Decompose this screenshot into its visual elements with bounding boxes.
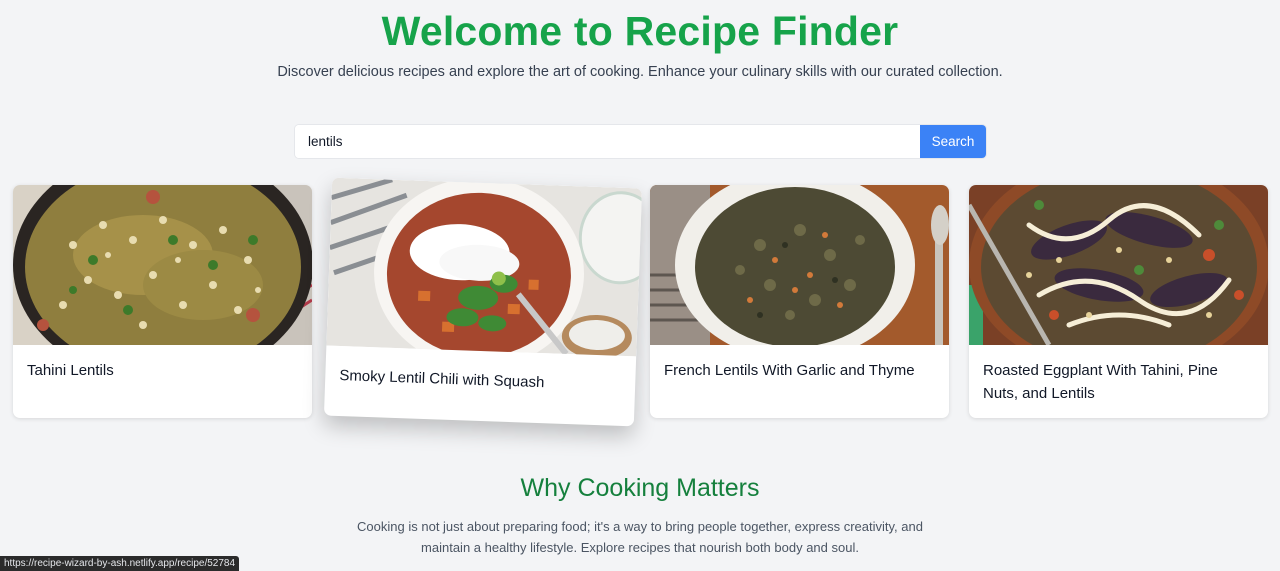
recipe-title: French Lentils With Garlic and Thyme [664, 362, 915, 379]
recipe-card-smoky-lentil-chili[interactable]: Smoky Lentil Chili with Squash [323, 177, 643, 427]
recipe-finder-page: Welcome to Recipe Finder Discover delici… [0, 0, 1280, 571]
search-button[interactable]: Search [920, 125, 986, 158]
recipe-card-roasted-eggplant[interactable]: Roasted Eggplant With Tahini, Pine Nuts,… [969, 185, 1268, 418]
section-text: Cooking is not just about preparing food… [357, 519, 923, 555]
recipe-image [13, 185, 312, 345]
recipe-image [650, 185, 949, 345]
recipe-image [326, 177, 643, 357]
status-bar-url: https://recipe-wizard-by-ash.netlify.app… [0, 556, 240, 571]
recipe-card-tahini-lentils[interactable]: Tahini Lentils [13, 185, 312, 418]
search-bar: Search [294, 124, 987, 159]
search-input[interactable] [295, 125, 920, 158]
recipe-title: Tahini Lentils [27, 362, 114, 379]
recipe-card-french-lentils[interactable]: French Lentils With Garlic and Thyme [650, 185, 949, 418]
page-subtitle: Discover delicious recipes and explore t… [277, 64, 1003, 80]
recipe-image [969, 185, 1268, 345]
recipe-title: Roasted Eggplant With Tahini, Pine Nuts,… [983, 362, 1218, 402]
page-title: Welcome to Recipe Finder [381, 8, 899, 54]
section-title: Why Cooking Matters [520, 474, 760, 502]
